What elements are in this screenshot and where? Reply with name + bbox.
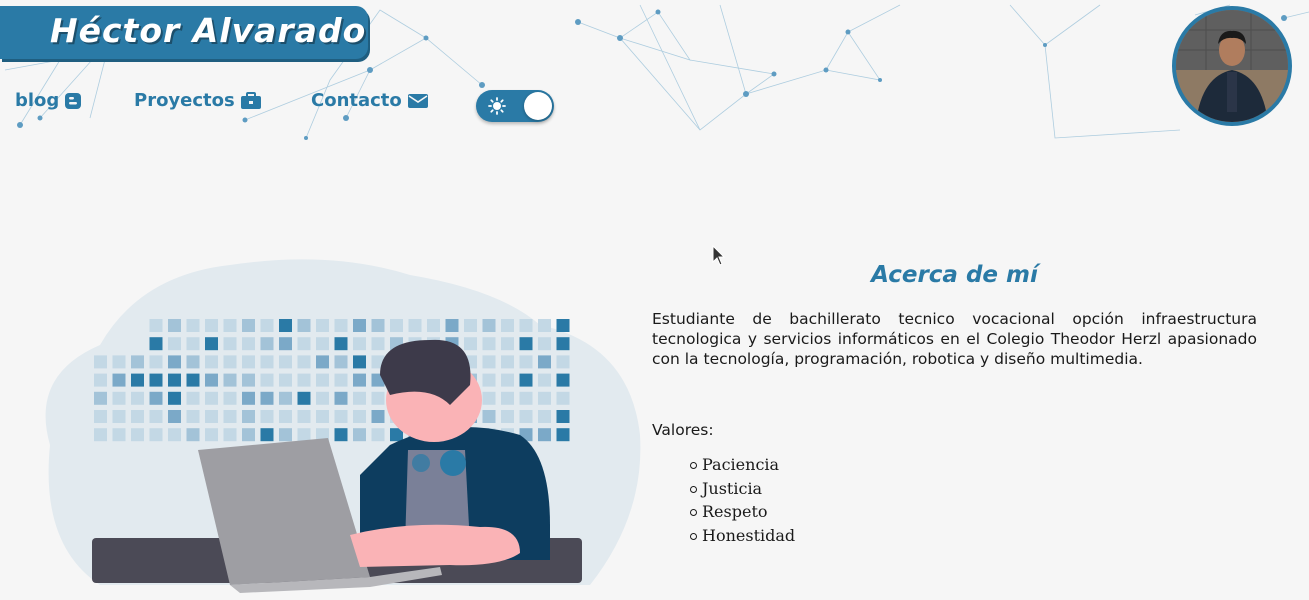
values-title: Valores:	[652, 421, 714, 439]
avatar-photo	[1176, 10, 1288, 122]
nav-link-blog[interactable]: blog	[15, 90, 82, 111]
list-item: Justicia	[690, 477, 795, 501]
list-item: Paciencia	[690, 453, 795, 477]
nav-link-contacto-label: Contacto	[311, 90, 402, 111]
blogger-icon	[65, 92, 82, 109]
list-item: Respeto	[690, 500, 795, 524]
briefcase-icon	[240, 91, 261, 109]
site-title-banner[interactable]: Héctor Alvarado	[0, 6, 368, 59]
toggle-knob	[524, 92, 552, 120]
sun-icon	[488, 97, 506, 115]
nav-link-proyectos-label: Proyectos	[134, 90, 235, 111]
about-title: Acerca de mí	[871, 262, 1038, 288]
about-description: Estudiante de bachillerato tecnico vocac…	[652, 310, 1257, 368]
nav-link-proyectos[interactable]: Proyectos	[134, 90, 262, 111]
list-item: Honestidad	[690, 524, 795, 548]
site-title: Héctor Alvarado	[50, 11, 367, 50]
avatar	[1172, 6, 1292, 126]
values-list: Paciencia Justicia Respeto Honestidad	[690, 453, 795, 548]
developer-illustration	[45, 259, 641, 593]
envelope-icon	[407, 93, 428, 108]
theme-toggle[interactable]	[476, 90, 554, 122]
nav-link-blog-label: blog	[15, 90, 60, 111]
nav-link-contacto[interactable]: Contacto	[311, 90, 429, 111]
